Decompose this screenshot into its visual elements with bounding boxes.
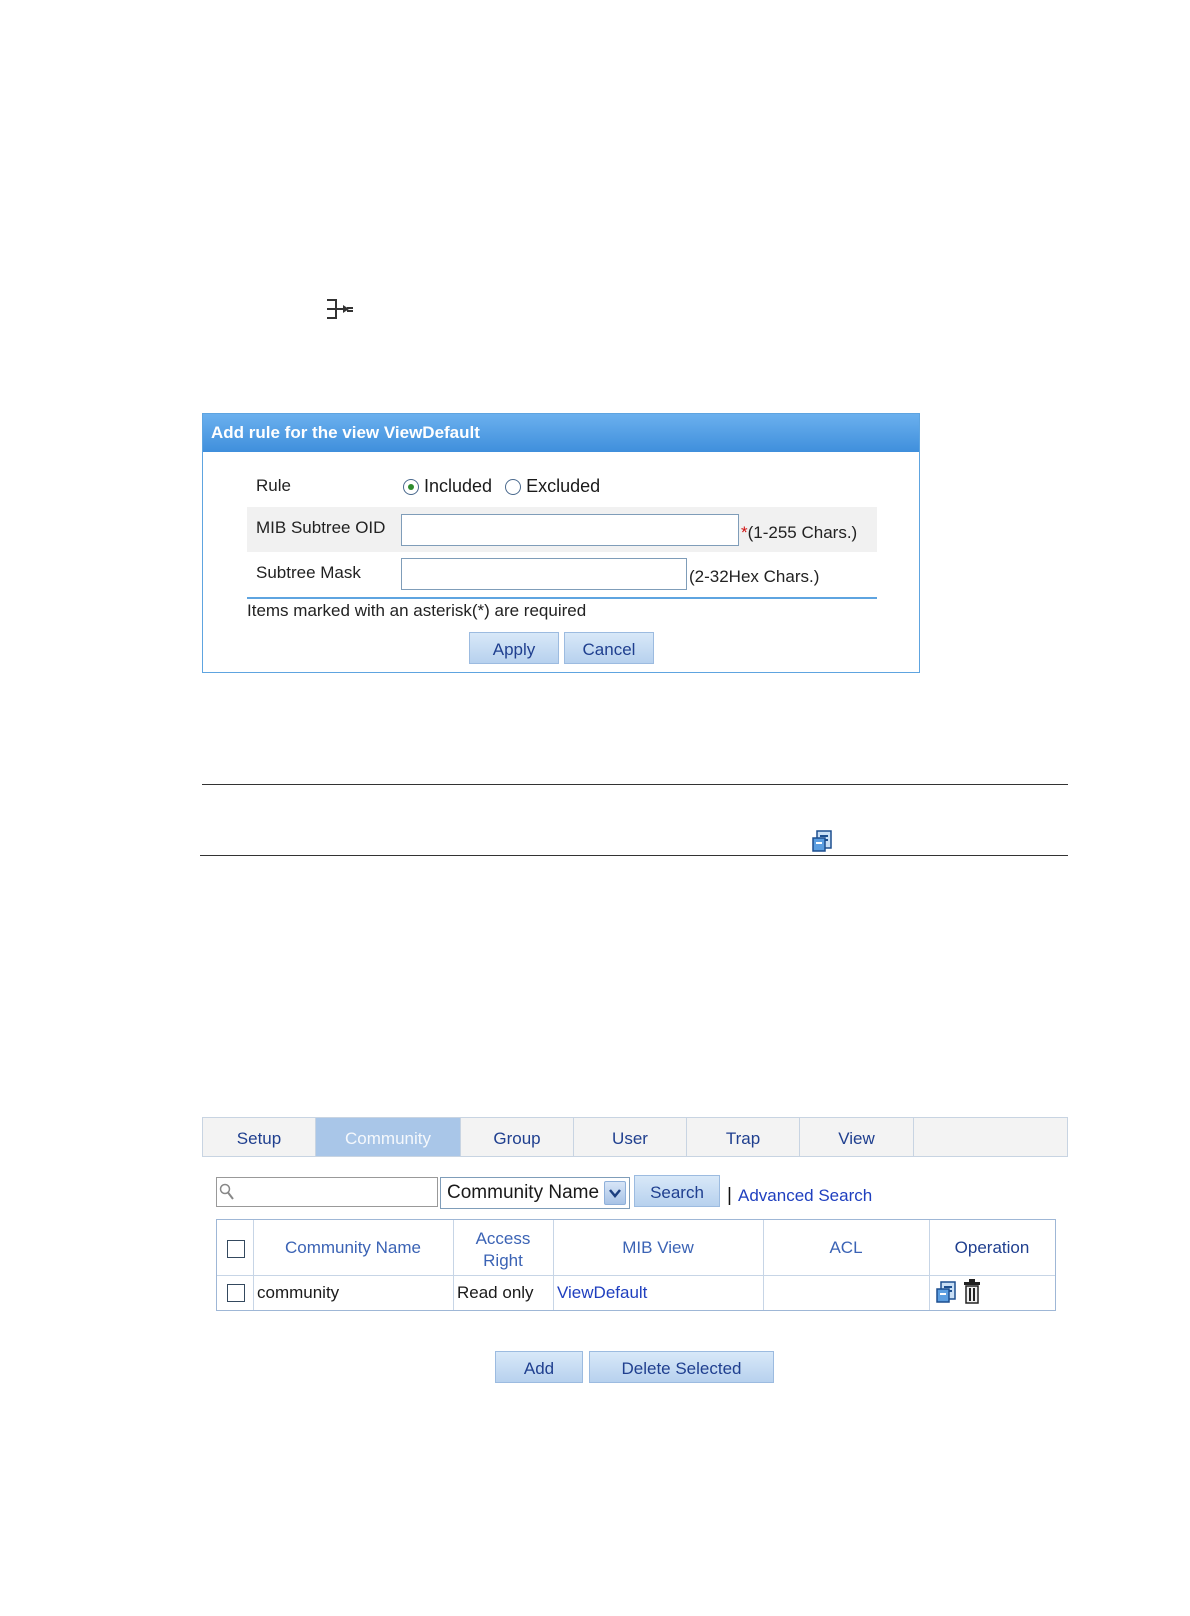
rule-radio-group: Included Excluded [403,476,600,497]
select-all-checkbox[interactable] [227,1240,245,1258]
search-icon [219,1183,234,1200]
form-divider [247,597,877,599]
header-community-name[interactable]: Community Name [253,1238,453,1258]
tab-user[interactable]: User [574,1118,687,1156]
oid-hint: *(1-255 Chars.) [741,523,858,542]
header-access-right[interactable]: Access Right [453,1228,553,1272]
tab-community[interactable]: Community [316,1118,461,1156]
required-note: Items marked with an asterisk(*) are req… [247,601,587,620]
excluded-radio[interactable] [505,479,522,496]
add-button[interactable]: Add [495,1351,583,1383]
search-input[interactable] [216,1177,438,1207]
oid-input[interactable] [401,514,739,546]
included-radio[interactable] [403,479,419,496]
oid-label: MIB Subtree OID [256,518,386,537]
tab-view[interactable]: View [800,1118,914,1156]
tree-view-icon [327,299,353,319]
row-access-right: Read only [457,1283,534,1302]
excluded-label: Excluded [526,476,601,496]
divider-top [202,784,1068,785]
dialog-title: Add rule for the view ViewDefault [203,414,919,452]
modify-icon [812,830,832,852]
row-checkbox[interactable] [227,1284,245,1302]
header-acl[interactable]: ACL [763,1238,929,1258]
tab-bar: Setup Community Group User Trap View [202,1117,1068,1157]
tab-group[interactable]: Group [461,1118,574,1156]
search-separator: | [727,1185,732,1206]
search-field-selected: Community Name [447,1182,600,1203]
included-label: Included [424,476,493,496]
apply-button[interactable]: Apply [469,632,559,664]
rule-label: Rule [256,476,291,495]
required-asterisk: * [741,523,748,542]
search-field-select[interactable]: Community Name [440,1177,630,1209]
mask-input[interactable] [401,558,687,590]
mask-label: Subtree Mask [256,563,361,582]
edit-icon[interactable] [935,1280,959,1304]
search-button[interactable]: Search [634,1175,720,1207]
delete-selected-button[interactable]: Delete Selected [589,1351,774,1383]
advanced-search-link[interactable]: Advanced Search [738,1186,872,1206]
cancel-button[interactable]: Cancel [564,632,654,664]
delete-icon[interactable] [963,1278,981,1304]
community-table: Community Name Access Right MIB View ACL… [216,1219,1056,1311]
divider-bottom [200,855,1068,856]
add-rule-dialog: Add rule for the view ViewDefault Rule I… [202,413,920,673]
header-mib-view[interactable]: MIB View [553,1238,763,1258]
row-community-name: community [257,1283,340,1302]
tab-setup[interactable]: Setup [203,1118,316,1156]
tab-trap[interactable]: Trap [687,1118,800,1156]
row-mib-view-link[interactable]: ViewDefault [557,1283,647,1303]
header-operation: Operation [954,1238,1030,1257]
chevron-down-icon[interactable] [604,1181,626,1205]
mask-hint: (2-32Hex Chars.) [689,567,820,586]
